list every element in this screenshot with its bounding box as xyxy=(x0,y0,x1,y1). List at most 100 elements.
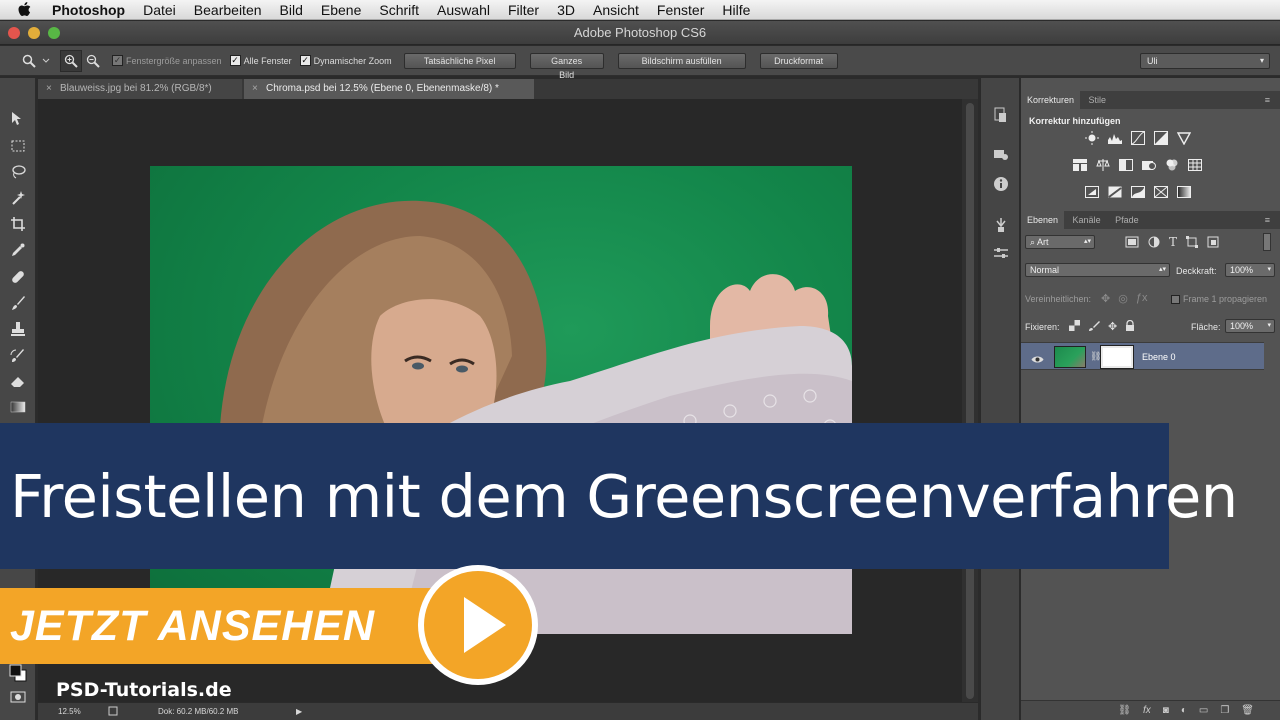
close-tab-icon[interactable]: × xyxy=(46,79,52,99)
menu-ebene[interactable]: Ebene xyxy=(312,0,370,20)
opacity-input[interactable]: 100% ▾ xyxy=(1225,263,1275,277)
zoom-in-icon[interactable] xyxy=(60,49,82,72)
link-chain-icon[interactable]: ⛓ xyxy=(1090,351,1101,362)
menu-datei[interactable]: Datei xyxy=(134,0,185,20)
color-lookup-icon[interactable] xyxy=(1186,157,1204,173)
all-windows-checkbox[interactable]: ✓ Alle Fenster xyxy=(229,55,292,66)
vertical-scrollbar[interactable] xyxy=(962,99,978,702)
eye-icon[interactable] xyxy=(1031,351,1044,369)
link-layers-icon[interactable]: ⛓ xyxy=(1118,705,1131,716)
layer-name[interactable]: Ebene 0 xyxy=(1142,352,1176,362)
stamp-tool-icon[interactable] xyxy=(7,318,29,340)
filter-toggle-switch[interactable] xyxy=(1263,233,1271,251)
zoom-level[interactable]: 12.5% xyxy=(58,707,81,716)
move-tool-icon[interactable] xyxy=(7,108,29,130)
tool-presets-icon[interactable] xyxy=(990,214,1012,236)
blend-mode-select[interactable]: Normal ▴▾ xyxy=(1025,263,1170,277)
properties-panel-icon[interactable] xyxy=(990,242,1012,264)
levels-icon[interactable] xyxy=(1106,130,1124,146)
close-tab-icon[interactable]: × xyxy=(252,79,258,99)
apple-icon[interactable] xyxy=(14,0,34,20)
tab-kanaele[interactable]: Kanäle xyxy=(1067,211,1107,229)
layer-style-icon[interactable]: fx xyxy=(1143,705,1151,716)
layer-thumbnail[interactable] xyxy=(1054,346,1086,368)
scrollbar-thumb[interactable] xyxy=(966,103,974,699)
filter-pixel-icon[interactable] xyxy=(1125,235,1139,253)
fit-screen-button[interactable]: Ganzes Bild xyxy=(529,52,604,80)
eyedropper-tool-icon[interactable] xyxy=(7,239,29,261)
vibrance-icon[interactable] xyxy=(1175,130,1193,146)
tab-korrekturen[interactable]: Korrekturen xyxy=(1021,91,1081,109)
lock-transparency-icon[interactable] xyxy=(1069,320,1080,335)
healing-brush-tool-icon[interactable] xyxy=(7,266,29,288)
actual-pixels-button[interactable]: Tatsächliche Pixel xyxy=(403,52,516,69)
chevron-down-icon[interactable] xyxy=(40,50,52,72)
menu-auswahl[interactable]: Auswahl xyxy=(428,0,499,20)
lock-pixels-icon[interactable] xyxy=(1088,320,1100,335)
tab-chroma[interactable]: × Chroma.psd bei 12.5% (Ebene 0, Ebenenm… xyxy=(244,79,534,99)
menu-ansicht[interactable]: Ansicht xyxy=(584,0,648,20)
watch-now-banner[interactable]: JETZT ANSEHEN xyxy=(0,588,470,664)
tab-blauweiss[interactable]: × Blauweiss.jpg bei 81.2% (RGB/8*) xyxy=(38,79,242,99)
crop-tool-icon[interactable] xyxy=(7,213,29,235)
scrubby-zoom-checkbox[interactable]: ✓ Dynamischer Zoom xyxy=(299,55,392,66)
exposure-icon[interactable] xyxy=(1152,130,1170,146)
tab-ebenen[interactable]: Ebenen xyxy=(1021,211,1065,229)
filter-type-icon[interactable]: T xyxy=(1169,235,1177,253)
workspace-select[interactable]: Uli ▾ xyxy=(1140,53,1270,69)
new-group-icon[interactable]: ▭ xyxy=(1199,705,1208,716)
add-mask-icon[interactable]: ◙ xyxy=(1163,705,1169,716)
channel-mixer-icon[interactable] xyxy=(1163,157,1181,173)
marquee-tool-icon[interactable] xyxy=(7,135,29,157)
delete-layer-icon[interactable]: 🗑 xyxy=(1241,705,1254,716)
selective-color-icon[interactable] xyxy=(1152,184,1170,200)
unify-visibility-icon[interactable]: ◎ xyxy=(1118,292,1128,305)
info-panel-icon[interactable] xyxy=(990,173,1012,195)
color-panel-icon[interactable] xyxy=(990,144,1012,166)
menu-hilfe[interactable]: Hilfe xyxy=(713,0,759,20)
layer-mask-thumbnail[interactable] xyxy=(1100,345,1134,369)
gradient-tool-icon[interactable] xyxy=(7,396,29,418)
brightness-contrast-icon[interactable] xyxy=(1083,130,1101,146)
brush-tool-icon[interactable] xyxy=(7,292,29,314)
eraser-tool-icon[interactable] xyxy=(7,370,29,392)
lock-position-icon[interactable]: ✥ xyxy=(1108,320,1117,335)
filter-smart-object-icon[interactable] xyxy=(1207,235,1219,253)
fill-input[interactable]: 100% ▾ xyxy=(1225,319,1275,333)
menu-app-name[interactable]: Photoshop xyxy=(48,0,134,20)
hue-saturation-icon[interactable] xyxy=(1071,157,1089,173)
adjustment-layer-icon[interactable]: ◐ xyxy=(1181,705,1187,716)
threshold-icon[interactable] xyxy=(1129,184,1147,200)
lock-all-icon[interactable] xyxy=(1125,319,1135,335)
status-export-icon[interactable] xyxy=(108,706,118,718)
menu-schrift[interactable]: Schrift xyxy=(370,0,428,20)
menu-bearbeiten[interactable]: Bearbeiten xyxy=(185,0,271,20)
history-brush-tool-icon[interactable] xyxy=(7,344,29,366)
status-menu-arrow-icon[interactable]: ▶ xyxy=(296,707,302,716)
gradient-map-icon[interactable] xyxy=(1175,184,1193,200)
posterize-icon[interactable] xyxy=(1106,184,1124,200)
menu-fenster[interactable]: Fenster xyxy=(648,0,713,20)
photo-filter-icon[interactable] xyxy=(1140,157,1158,173)
menu-filter[interactable]: Filter xyxy=(499,0,548,20)
fit-window-checkbox[interactable]: ✓ Fenstergröße anpassen xyxy=(112,55,222,66)
layer-row-ebene-0[interactable]: ⛓ Ebene 0 xyxy=(1021,342,1264,370)
lasso-tool-icon[interactable] xyxy=(7,161,29,183)
history-panel-icon[interactable] xyxy=(990,104,1012,126)
new-layer-icon[interactable]: ❐ xyxy=(1220,705,1229,716)
filter-shape-icon[interactable] xyxy=(1186,235,1199,253)
fill-screen-button[interactable]: Bildschirm ausfüllen xyxy=(617,52,746,69)
layer-filter-select[interactable]: ⌕ Art ▴▾ xyxy=(1025,235,1095,249)
color-balance-icon[interactable] xyxy=(1094,157,1112,173)
invert-icon[interactable] xyxy=(1083,184,1101,200)
zoom-out-icon[interactable] xyxy=(82,50,104,72)
black-white-icon[interactable] xyxy=(1117,157,1135,173)
tab-pfade[interactable]: Pfade xyxy=(1109,211,1145,229)
print-size-button[interactable]: Druckformat xyxy=(759,52,838,69)
menu-3d[interactable]: 3D xyxy=(548,0,584,20)
color-swatches-icon[interactable] xyxy=(7,662,29,684)
curves-icon[interactable] xyxy=(1129,130,1147,146)
panel-menu-icon[interactable]: ≡ xyxy=(1259,91,1276,109)
zoom-tool-icon[interactable] xyxy=(18,50,40,72)
unify-position-icon[interactable]: ✥ xyxy=(1101,292,1110,305)
